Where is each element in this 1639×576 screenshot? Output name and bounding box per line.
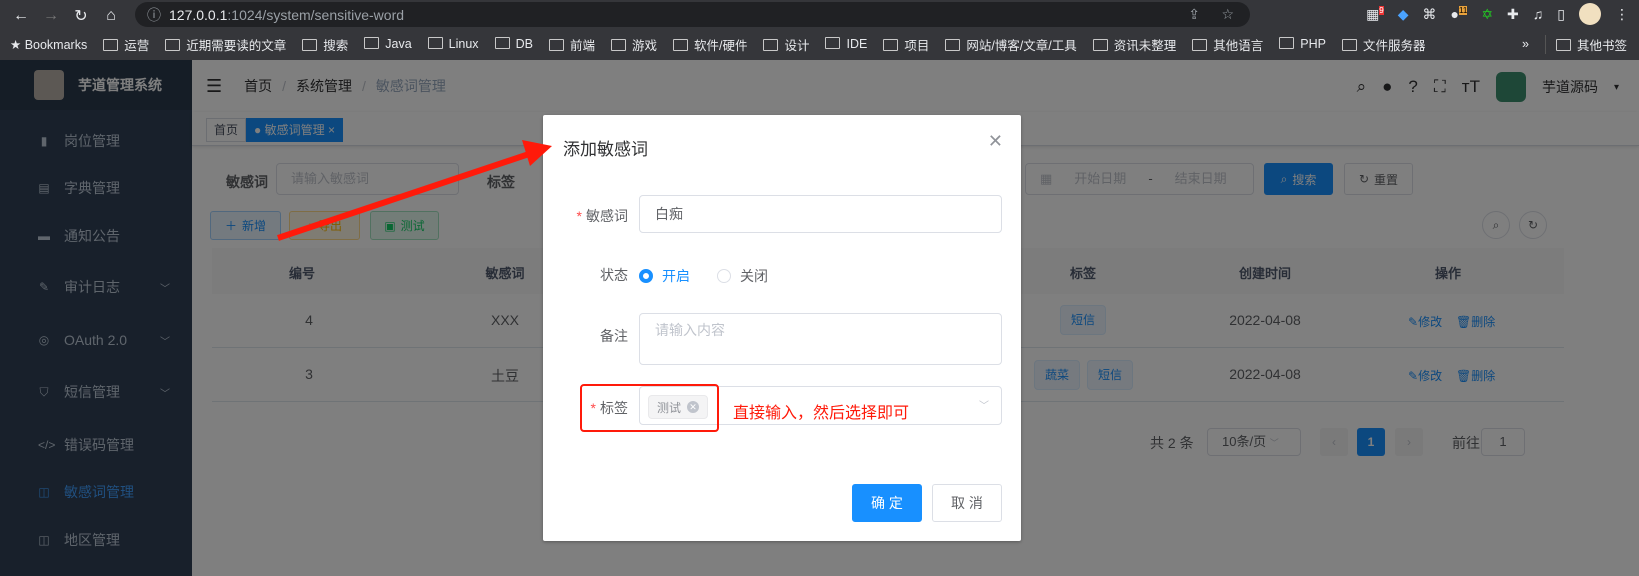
annotation-box bbox=[580, 384, 719, 432]
arrow-shaft bbox=[277, 150, 533, 241]
annotation-arrow bbox=[277, 140, 552, 241]
arrow-head bbox=[522, 140, 552, 166]
annotation-text: 直接输入，然后选择即可 bbox=[733, 405, 910, 422]
